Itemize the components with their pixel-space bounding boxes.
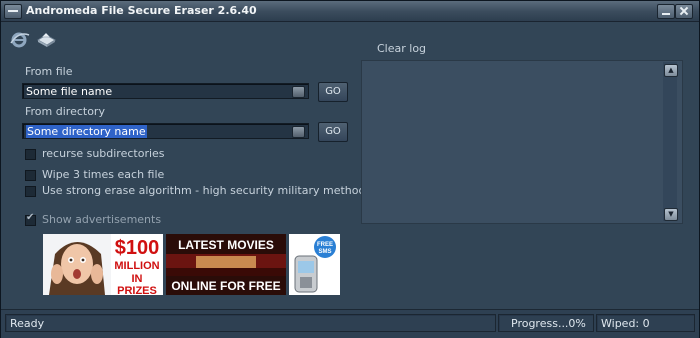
- recurse-checkbox[interactable]: [25, 149, 36, 160]
- strong-erase-checkbox[interactable]: [25, 186, 36, 197]
- tray-icon[interactable]: [35, 29, 57, 49]
- log-panel[interactable]: [361, 60, 683, 224]
- ad-prize-in-prizes: IN PRIZES: [117, 273, 157, 295]
- status-state: Ready: [5, 314, 496, 332]
- minimize-button[interactable]: [657, 4, 675, 19]
- recurse-label: recurse subdirectories: [42, 147, 165, 160]
- scroll-up-icon[interactable]: ▲: [664, 64, 678, 77]
- wipe-three-times-checkbox[interactable]: [25, 170, 36, 181]
- file-browse-button[interactable]: [292, 86, 305, 98]
- directory-browse-button[interactable]: [292, 126, 305, 138]
- close-button[interactable]: [675, 4, 693, 19]
- file-name-input[interactable]: Some file name: [22, 83, 309, 99]
- main-window: Andromeda File Secure Eraser 2.6.40 From…: [0, 0, 700, 338]
- ad-banner-movies[interactable]: LATEST MOVIES ONLINE FOR FREE: [166, 234, 286, 295]
- from-file-label: From file: [25, 65, 73, 78]
- title-bar: Andromeda File Secure Eraser 2.6.40: [1, 1, 699, 22]
- status-bar: Ready Progress...0% Wiped: 0: [1, 309, 699, 338]
- directory-name-input[interactable]: Some directory name: [22, 123, 309, 139]
- log-scrollbar[interactable]: ▲ ▼: [663, 62, 678, 221]
- ad-prize-million: MILLION: [114, 260, 160, 272]
- theater-seats-icon: [166, 254, 286, 276]
- show-ads-checkbox[interactable]: [25, 212, 36, 226]
- wipe-three-times-label: Wipe 3 times each file: [42, 168, 165, 181]
- system-menu-icon[interactable]: [4, 4, 22, 19]
- show-ads-label: Show advertisements: [42, 213, 162, 226]
- ad-banner-sms[interactable]: FREE SMS: [289, 234, 340, 295]
- ad-movies-subline: ONLINE FOR FREE: [171, 279, 281, 293]
- scroll-down-icon[interactable]: ▼: [664, 208, 678, 221]
- surprised-woman-icon: [43, 234, 111, 295]
- clear-log-button[interactable]: Clear log: [377, 42, 426, 55]
- status-progress: Progress...0%: [498, 314, 594, 332]
- directory-go-button[interactable]: GO: [318, 122, 348, 142]
- ad-sms-badge: FREE SMS: [316, 242, 333, 255]
- file-go-button[interactable]: GO: [318, 82, 348, 102]
- ie-icon[interactable]: [9, 29, 31, 49]
- window-title: Andromeda File Secure Eraser 2.6.40: [26, 4, 257, 17]
- ad-banner-prizes[interactable]: $100 MILLION IN PRIZES: [43, 234, 163, 295]
- ad-movies-headline: LATEST MOVIES: [178, 238, 274, 252]
- directory-name-value: Some directory name: [26, 125, 147, 138]
- from-directory-label: From directory: [25, 105, 105, 118]
- ad-prize-amount: $100: [114, 237, 160, 259]
- strong-erase-label: Use strong erase algorithm - high securi…: [42, 184, 366, 197]
- file-name-value: Some file name: [26, 85, 113, 98]
- status-wiped: Wiped: 0: [596, 314, 695, 332]
